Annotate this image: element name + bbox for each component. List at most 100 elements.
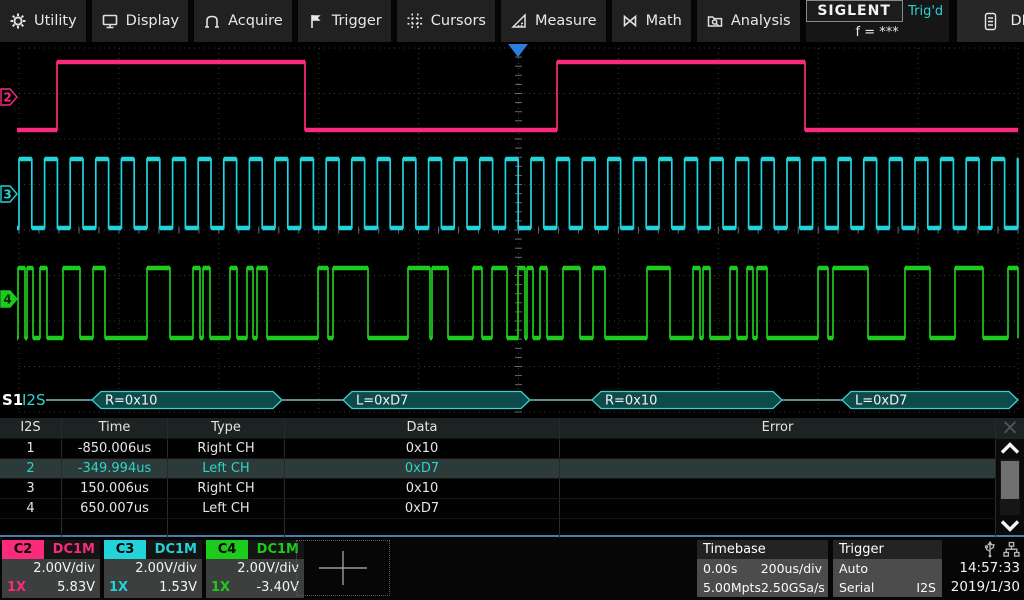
svg-text:2: 2 <box>3 91 11 105</box>
row-index: 2 <box>0 459 62 478</box>
trigger-panel[interactable]: Trigger Auto Serial I2S <box>833 540 942 598</box>
row-time: -850.006us <box>62 439 168 458</box>
top-menu-bar: Utility Display Acquire Trigger Cursors … <box>0 0 1024 42</box>
trigger-status-badge: Trig'd <box>903 0 949 22</box>
plus-icon <box>317 549 369 587</box>
brand-status-cluster: SIGLENT Trig'd f = *** <box>806 0 949 42</box>
menu-math[interactable]: Math <box>612 0 691 42</box>
analysis-icon <box>706 12 724 30</box>
table-row-empty <box>0 519 996 539</box>
probe-attenuation: 1X <box>211 578 230 598</box>
menu-utility-label: Utility <box>34 13 77 29</box>
table-scroll-rail: × <box>996 418 1024 535</box>
scrollbar-track[interactable] <box>1000 459 1020 515</box>
channel-offset: -3.40V <box>256 578 299 598</box>
scroll-down-button[interactable] <box>996 516 1024 535</box>
clock-time: 14:57:33 <box>946 559 1022 578</box>
close-icon[interactable]: × <box>996 418 1024 439</box>
header-time: Time <box>62 418 168 438</box>
chevron-up-icon <box>999 441 1021 456</box>
svg-text:R=0x10: R=0x10 <box>105 394 157 409</box>
svg-text:3: 3 <box>3 188 11 202</box>
siglent-logo: SIGLENT <box>806 0 903 22</box>
table-row[interactable]: 1 -850.006us Right CH 0x10 <box>0 439 996 459</box>
coupling-label: DC1M <box>146 540 202 559</box>
chevron-down-icon <box>999 518 1021 533</box>
header-type: Type <box>168 418 285 438</box>
memory-depth: 5.00Mpts <box>703 578 761 597</box>
menu-trigger-label: Trigger <box>332 13 382 29</box>
svg-text:L=0xD7: L=0xD7 <box>855 394 907 409</box>
acquire-icon <box>203 12 221 30</box>
trigger-mode: Auto <box>839 559 868 578</box>
timebase-title: Timebase <box>697 540 828 559</box>
row-index: 1 <box>0 439 62 458</box>
row-time: 150.006us <box>62 479 168 498</box>
menu-display[interactable]: Display <box>92 0 188 42</box>
system-info-panel: 14:57:33 2019/1/30 <box>946 540 1022 598</box>
row-type: Right CH <box>168 439 285 458</box>
coupling-label: DC1M <box>44 540 100 559</box>
table-row[interactable]: 3 150.006us Right CH 0x10 <box>0 479 996 499</box>
svg-text:R=0x10: R=0x10 <box>605 394 657 409</box>
menu-acquire-label: Acquire <box>228 13 283 29</box>
vertical-scale: 2.00V/div <box>104 559 202 578</box>
oscilloscope-screen: Utility Display Acquire Trigger Cursors … <box>0 0 1024 600</box>
channel-label: C3 <box>104 540 146 559</box>
gear-icon <box>9 12 27 30</box>
trigger-title: Trigger <box>833 540 942 559</box>
row-error <box>560 439 996 458</box>
timebase-panel[interactable]: Timebase 0.00s 200us/div 5.00Mpts 2.50GS… <box>697 540 828 598</box>
table-header-row: I2S Time Type Data Error <box>0 418 996 439</box>
add-channel-placeholder[interactable] <box>296 540 390 596</box>
table-row[interactable]: 4 650.007us Left CH 0xD7 <box>0 499 996 519</box>
menu-acquire[interactable]: Acquire <box>194 0 292 42</box>
table-row[interactable]: 2 -349.994us Left CH 0xD7 <box>0 459 996 479</box>
svg-text:L=0xD7: L=0xD7 <box>356 394 408 409</box>
menu-display-label: Display <box>126 13 179 29</box>
channel-label: C2 <box>2 540 44 559</box>
bottom-status-bar: C2 DC1M 2.00V/div 1X 5.83V C3 DC1M 2.00V… <box>0 538 1024 600</box>
scrollbar-thumb[interactable] <box>1001 461 1019 499</box>
sample-rate: 2.50GSa/s <box>761 578 825 597</box>
decode-result-table: I2S Time Type Data Error 1 -850.006us Ri… <box>0 418 1024 537</box>
menu-trigger[interactable]: Trigger <box>298 0 391 42</box>
menu-measure[interactable]: Measure <box>501 0 606 42</box>
timebase-scale: 200us/div <box>761 559 822 578</box>
header-error: Error <box>560 418 996 438</box>
trigger-bus: I2S <box>916 578 936 597</box>
channel-descriptor-c4[interactable]: C4 DC1M 2.00V/div 1X -3.40V <box>206 540 304 598</box>
menu-analysis[interactable]: Analysis <box>697 0 800 42</box>
menu-analysis-label: Analysis <box>731 13 791 29</box>
row-error <box>560 459 996 478</box>
svg-text:S1: S1 <box>2 391 23 409</box>
channel-offset: 1.53V <box>159 578 197 598</box>
trigger-frequency-readout: f = *** <box>806 22 949 42</box>
row-type: Left CH <box>168 499 285 518</box>
decode-list-icon <box>983 12 998 31</box>
clock-date: 2019/1/30 <box>946 578 1022 597</box>
menu-math-label: Math <box>646 13 682 29</box>
decode-tab-label: DECODE <box>1011 13 1024 29</box>
row-error <box>560 499 996 518</box>
row-index: 3 <box>0 479 62 498</box>
scroll-up-button[interactable] <box>996 439 1024 458</box>
decode-dialog-tab[interactable]: DECODE <box>957 0 1024 42</box>
trigger-flag-icon <box>307 12 325 30</box>
channel-descriptor-c2[interactable]: C2 DC1M 2.00V/div 1X 5.83V <box>2 540 100 598</box>
svg-text:I2S: I2S <box>22 391 46 409</box>
usb-icon <box>983 541 997 558</box>
row-time: 650.007us <box>62 499 168 518</box>
row-index: 4 <box>0 499 62 518</box>
probe-attenuation: 1X <box>7 578 26 598</box>
menu-utility[interactable]: Utility <box>0 0 86 42</box>
header-bus: I2S <box>0 418 62 438</box>
waveform-display-area: 234R=0x10L=0xD7R=0x10L=0xD7S1I2S <box>0 42 1024 418</box>
timebase-delay: 0.00s <box>703 559 737 578</box>
menu-cursors[interactable]: Cursors <box>397 0 495 42</box>
channel-descriptor-c3[interactable]: C3 DC1M 2.00V/div 1X 1.53V <box>104 540 202 598</box>
row-data: 0x10 <box>285 479 560 498</box>
display-icon <box>101 12 119 30</box>
waveform-svg: 234R=0x10L=0xD7R=0x10L=0xD7S1I2S <box>0 42 1024 418</box>
row-error <box>560 479 996 498</box>
